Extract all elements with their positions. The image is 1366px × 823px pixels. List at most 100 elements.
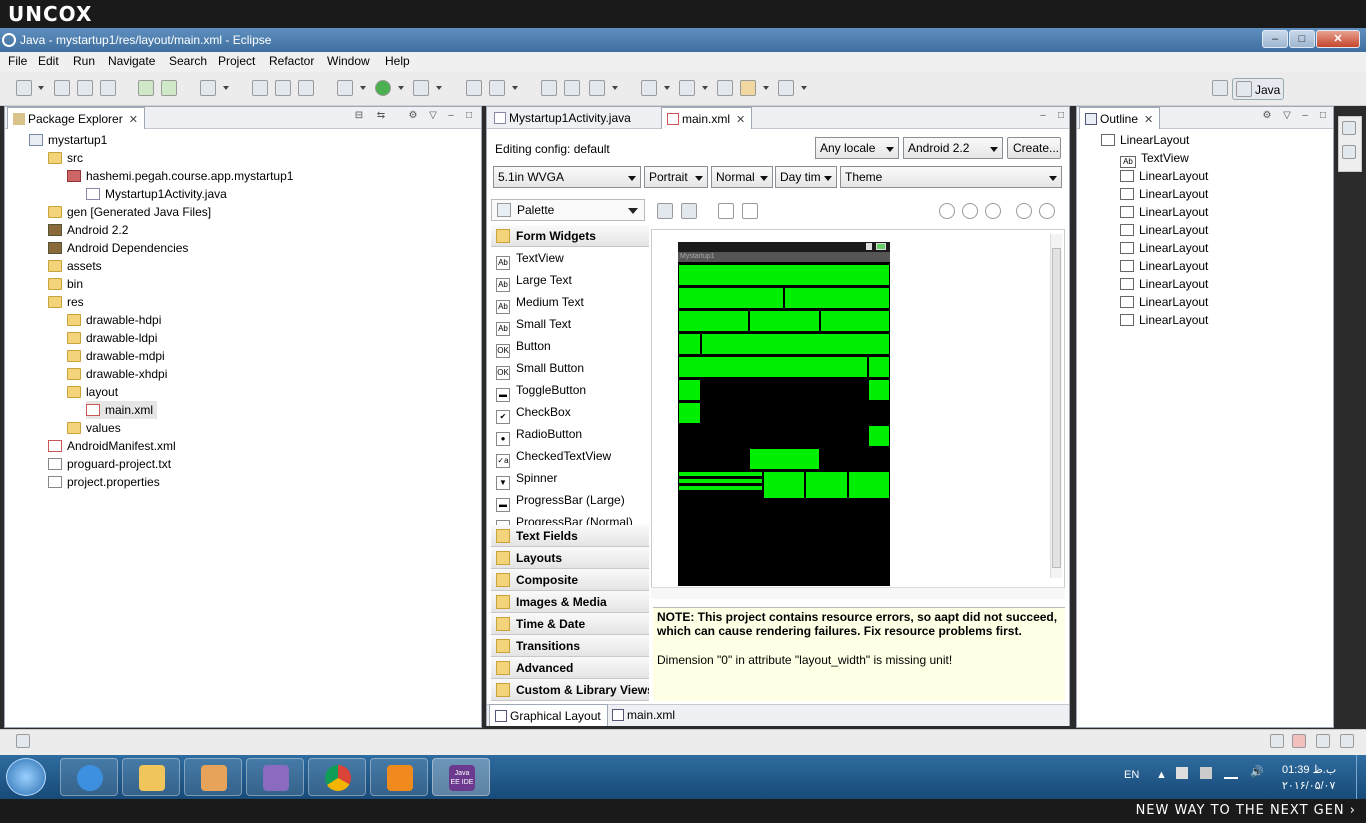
- tree-item[interactable]: Android Dependencies: [48, 239, 188, 257]
- preview-widget-block[interactable]: [678, 478, 763, 484]
- preview-widget-block[interactable]: [678, 379, 701, 401]
- layout-vertical-icon[interactable]: [681, 203, 697, 219]
- restore-view-icon[interactable]: [1342, 121, 1356, 135]
- close-tab-icon[interactable]: ✕: [736, 114, 745, 126]
- outline-item[interactable]: Ab TextView: [1120, 149, 1189, 168]
- palette-item[interactable]: ▬ ToggleButton: [491, 379, 649, 402]
- chevron-down-icon[interactable]: [628, 208, 638, 214]
- forward-dropdown-icon[interactable]: [801, 86, 807, 90]
- scroll-thumb[interactable]: [1052, 248, 1061, 568]
- volume-icon[interactable]: 🔊: [1250, 765, 1264, 778]
- new-android-project-icon[interactable]: [252, 80, 268, 96]
- zoom-in-icon[interactable]: [1039, 203, 1055, 219]
- new-java-class-icon[interactable]: [489, 80, 505, 96]
- tree-item[interactable]: Mystartup1Activity.java: [86, 185, 227, 203]
- preview-widget-block[interactable]: [868, 379, 890, 401]
- zoom-100-icon[interactable]: [985, 203, 1001, 219]
- preview-widget-block[interactable]: [749, 448, 820, 470]
- preview-widget-block[interactable]: [678, 485, 763, 491]
- palette-category[interactable]: Text Fields: [491, 525, 649, 547]
- menu-file[interactable]: File: [8, 54, 27, 68]
- action-center-icon[interactable]: [1176, 767, 1188, 779]
- android-sdk-manager-icon[interactable]: [138, 80, 154, 96]
- save-icon[interactable]: [54, 80, 70, 96]
- debug-icon[interactable]: [337, 80, 353, 96]
- java-perspective-button[interactable]: Java: [1232, 78, 1284, 100]
- open-perspective-icon[interactable]: [1212, 80, 1228, 96]
- clock-time[interactable]: 01:39 ب.ظ: [1282, 763, 1336, 776]
- open-task-icon[interactable]: [564, 80, 580, 96]
- device-icon[interactable]: [1200, 767, 1212, 779]
- run-icon[interactable]: [375, 80, 391, 96]
- preview-widget-block[interactable]: [678, 402, 701, 424]
- tree-item[interactable]: Android 2.2: [48, 221, 128, 239]
- theme-select[interactable]: Theme: [840, 166, 1062, 188]
- lint-check-icon[interactable]: [200, 80, 216, 96]
- next-annotation-icon[interactable]: [641, 80, 657, 96]
- external-tools-dropdown-icon[interactable]: [436, 86, 442, 90]
- outline-item[interactable]: LinearLayout: [1120, 293, 1208, 311]
- filter-icon[interactable]: ⚙: [407, 110, 419, 122]
- palette-item[interactable]: ▬ ProgressBar (Large): [491, 489, 649, 512]
- last-edit-location-icon[interactable]: [717, 80, 733, 96]
- forward-icon[interactable]: [778, 80, 794, 96]
- outline-item[interactable]: LinearLayout: [1120, 257, 1208, 275]
- preview-widget-block[interactable]: [763, 471, 805, 499]
- debug-dropdown-icon[interactable]: [360, 86, 366, 90]
- locale-select[interactable]: Any locale: [815, 137, 899, 159]
- avd-manager-icon[interactable]: [161, 80, 177, 96]
- canvas-horizontal-scrollbar[interactable]: [651, 587, 1065, 599]
- palette-item[interactable]: Ab Large Text: [491, 269, 649, 292]
- palette-header[interactable]: Palette: [491, 199, 645, 221]
- maximize-button[interactable]: □: [1289, 30, 1315, 48]
- canvas-vertical-scrollbar[interactable]: [1050, 234, 1062, 578]
- print-icon[interactable]: [100, 80, 116, 96]
- preview-widget-block[interactable]: [678, 287, 784, 309]
- view-menu-icon[interactable]: ▽: [1281, 110, 1293, 122]
- tab-graphical-layout[interactable]: Graphical Layout: [489, 704, 608, 726]
- device-select[interactable]: 5.1in WVGA: [493, 166, 641, 188]
- declaration-icon[interactable]: [1340, 734, 1354, 748]
- tree-item[interactable]: drawable-ldpi: [67, 329, 157, 347]
- outline-item[interactable]: LinearLayout: [1120, 275, 1208, 293]
- preview-widget-block[interactable]: [868, 425, 890, 447]
- menu-edit[interactable]: Edit: [38, 54, 59, 68]
- next-annotation-dropdown-icon[interactable]: [664, 86, 670, 90]
- zoom-out-icon[interactable]: [1016, 203, 1032, 219]
- menu-run[interactable]: Run: [73, 54, 95, 68]
- new-xml-file-icon[interactable]: [298, 80, 314, 96]
- network-icon[interactable]: [1224, 767, 1238, 779]
- palette-item[interactable]: ✔ CheckBox: [491, 401, 649, 424]
- run-dropdown-icon[interactable]: [398, 86, 404, 90]
- tab-xml-source[interactable]: main.xml: [607, 704, 681, 726]
- tab-outline[interactable]: Outline ✕: [1079, 107, 1161, 129]
- palette-category[interactable]: Images & Media: [491, 591, 649, 613]
- taskbar-vlc[interactable]: [370, 758, 428, 796]
- palette-category[interactable]: Layouts: [491, 547, 649, 569]
- palette-category[interactable]: Composite: [491, 569, 649, 591]
- minimize-view-icon[interactable]: –: [1299, 110, 1311, 122]
- collapse-all-icon[interactable]: ⊟: [353, 110, 365, 122]
- preview-widget-block[interactable]: [784, 287, 890, 309]
- fast-view-icon[interactable]: [16, 734, 30, 748]
- tree-item[interactable]: values: [67, 419, 121, 437]
- palette-category[interactable]: Advanced: [491, 657, 649, 679]
- minimize-button[interactable]: –: [1262, 30, 1288, 48]
- toggle-fill-width-icon[interactable]: [718, 203, 734, 219]
- palette-category-form-widgets[interactable]: Form Widgets: [491, 225, 649, 247]
- language-indicator[interactable]: EN: [1124, 769, 1139, 781]
- taskbar-windows-explorer[interactable]: [122, 758, 180, 796]
- tree-item[interactable]: project.properties: [48, 473, 160, 491]
- back-dropdown-icon[interactable]: [763, 86, 769, 90]
- trim-restore-icon[interactable]: [1270, 734, 1284, 748]
- maximize-view-icon[interactable]: □: [1317, 110, 1329, 122]
- preview-widget-block[interactable]: [701, 333, 890, 355]
- start-button-icon[interactable]: [6, 758, 46, 796]
- outline-item[interactable]: LinearLayout: [1120, 185, 1208, 203]
- tree-item[interactable]: main.xml: [86, 401, 158, 419]
- preview-widget-block[interactable]: [848, 471, 890, 499]
- outline-item[interactable]: LinearLayout: [1120, 167, 1208, 185]
- save-all-icon[interactable]: [77, 80, 93, 96]
- orientation-select[interactable]: Portrait: [644, 166, 708, 188]
- previous-annotation-dropdown-icon[interactable]: [702, 86, 708, 90]
